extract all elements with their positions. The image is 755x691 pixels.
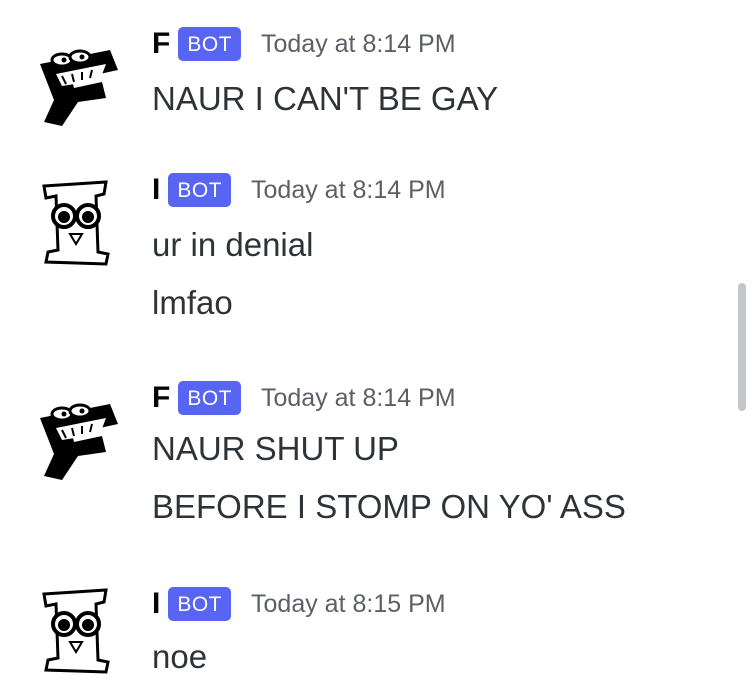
chat-message-list: F BOT Today at 8:14 PM NAUR I CAN'T BE G…: [0, 0, 755, 691]
message-text: NAUR SHUT UP: [152, 430, 399, 467]
i-character-avatar-icon[interactable]: [32, 178, 120, 266]
author-name[interactable]: F: [152, 29, 170, 59]
message-text: ur in denial: [152, 226, 314, 263]
scrollbar-thumb[interactable]: [738, 283, 746, 411]
author-name[interactable]: F: [152, 383, 170, 413]
f-character-avatar-icon[interactable]: [32, 394, 120, 482]
message-text: BEFORE I STOMP ON YO' ASS: [152, 488, 626, 525]
message-timestamp[interactable]: Today at 8:14 PM: [261, 31, 456, 57]
author-name[interactable]: I: [152, 175, 160, 205]
message-text: NAUR I CAN'T BE GAY: [152, 80, 499, 117]
message-text: noe: [152, 638, 208, 675]
author-name[interactable]: I: [152, 589, 160, 619]
message-timestamp[interactable]: Today at 8:14 PM: [251, 177, 446, 203]
i-character-avatar-icon[interactable]: [32, 586, 120, 674]
bot-badge: BOT: [168, 173, 232, 207]
message-timestamp[interactable]: Today at 8:15 PM: [251, 591, 446, 617]
message-text: lmfao: [152, 284, 233, 321]
bot-badge: BOT: [168, 587, 232, 621]
bot-badge: BOT: [178, 27, 241, 61]
f-character-avatar-icon[interactable]: [32, 40, 120, 128]
message-timestamp[interactable]: Today at 8:14 PM: [261, 385, 456, 411]
bot-badge: BOT: [178, 381, 241, 415]
